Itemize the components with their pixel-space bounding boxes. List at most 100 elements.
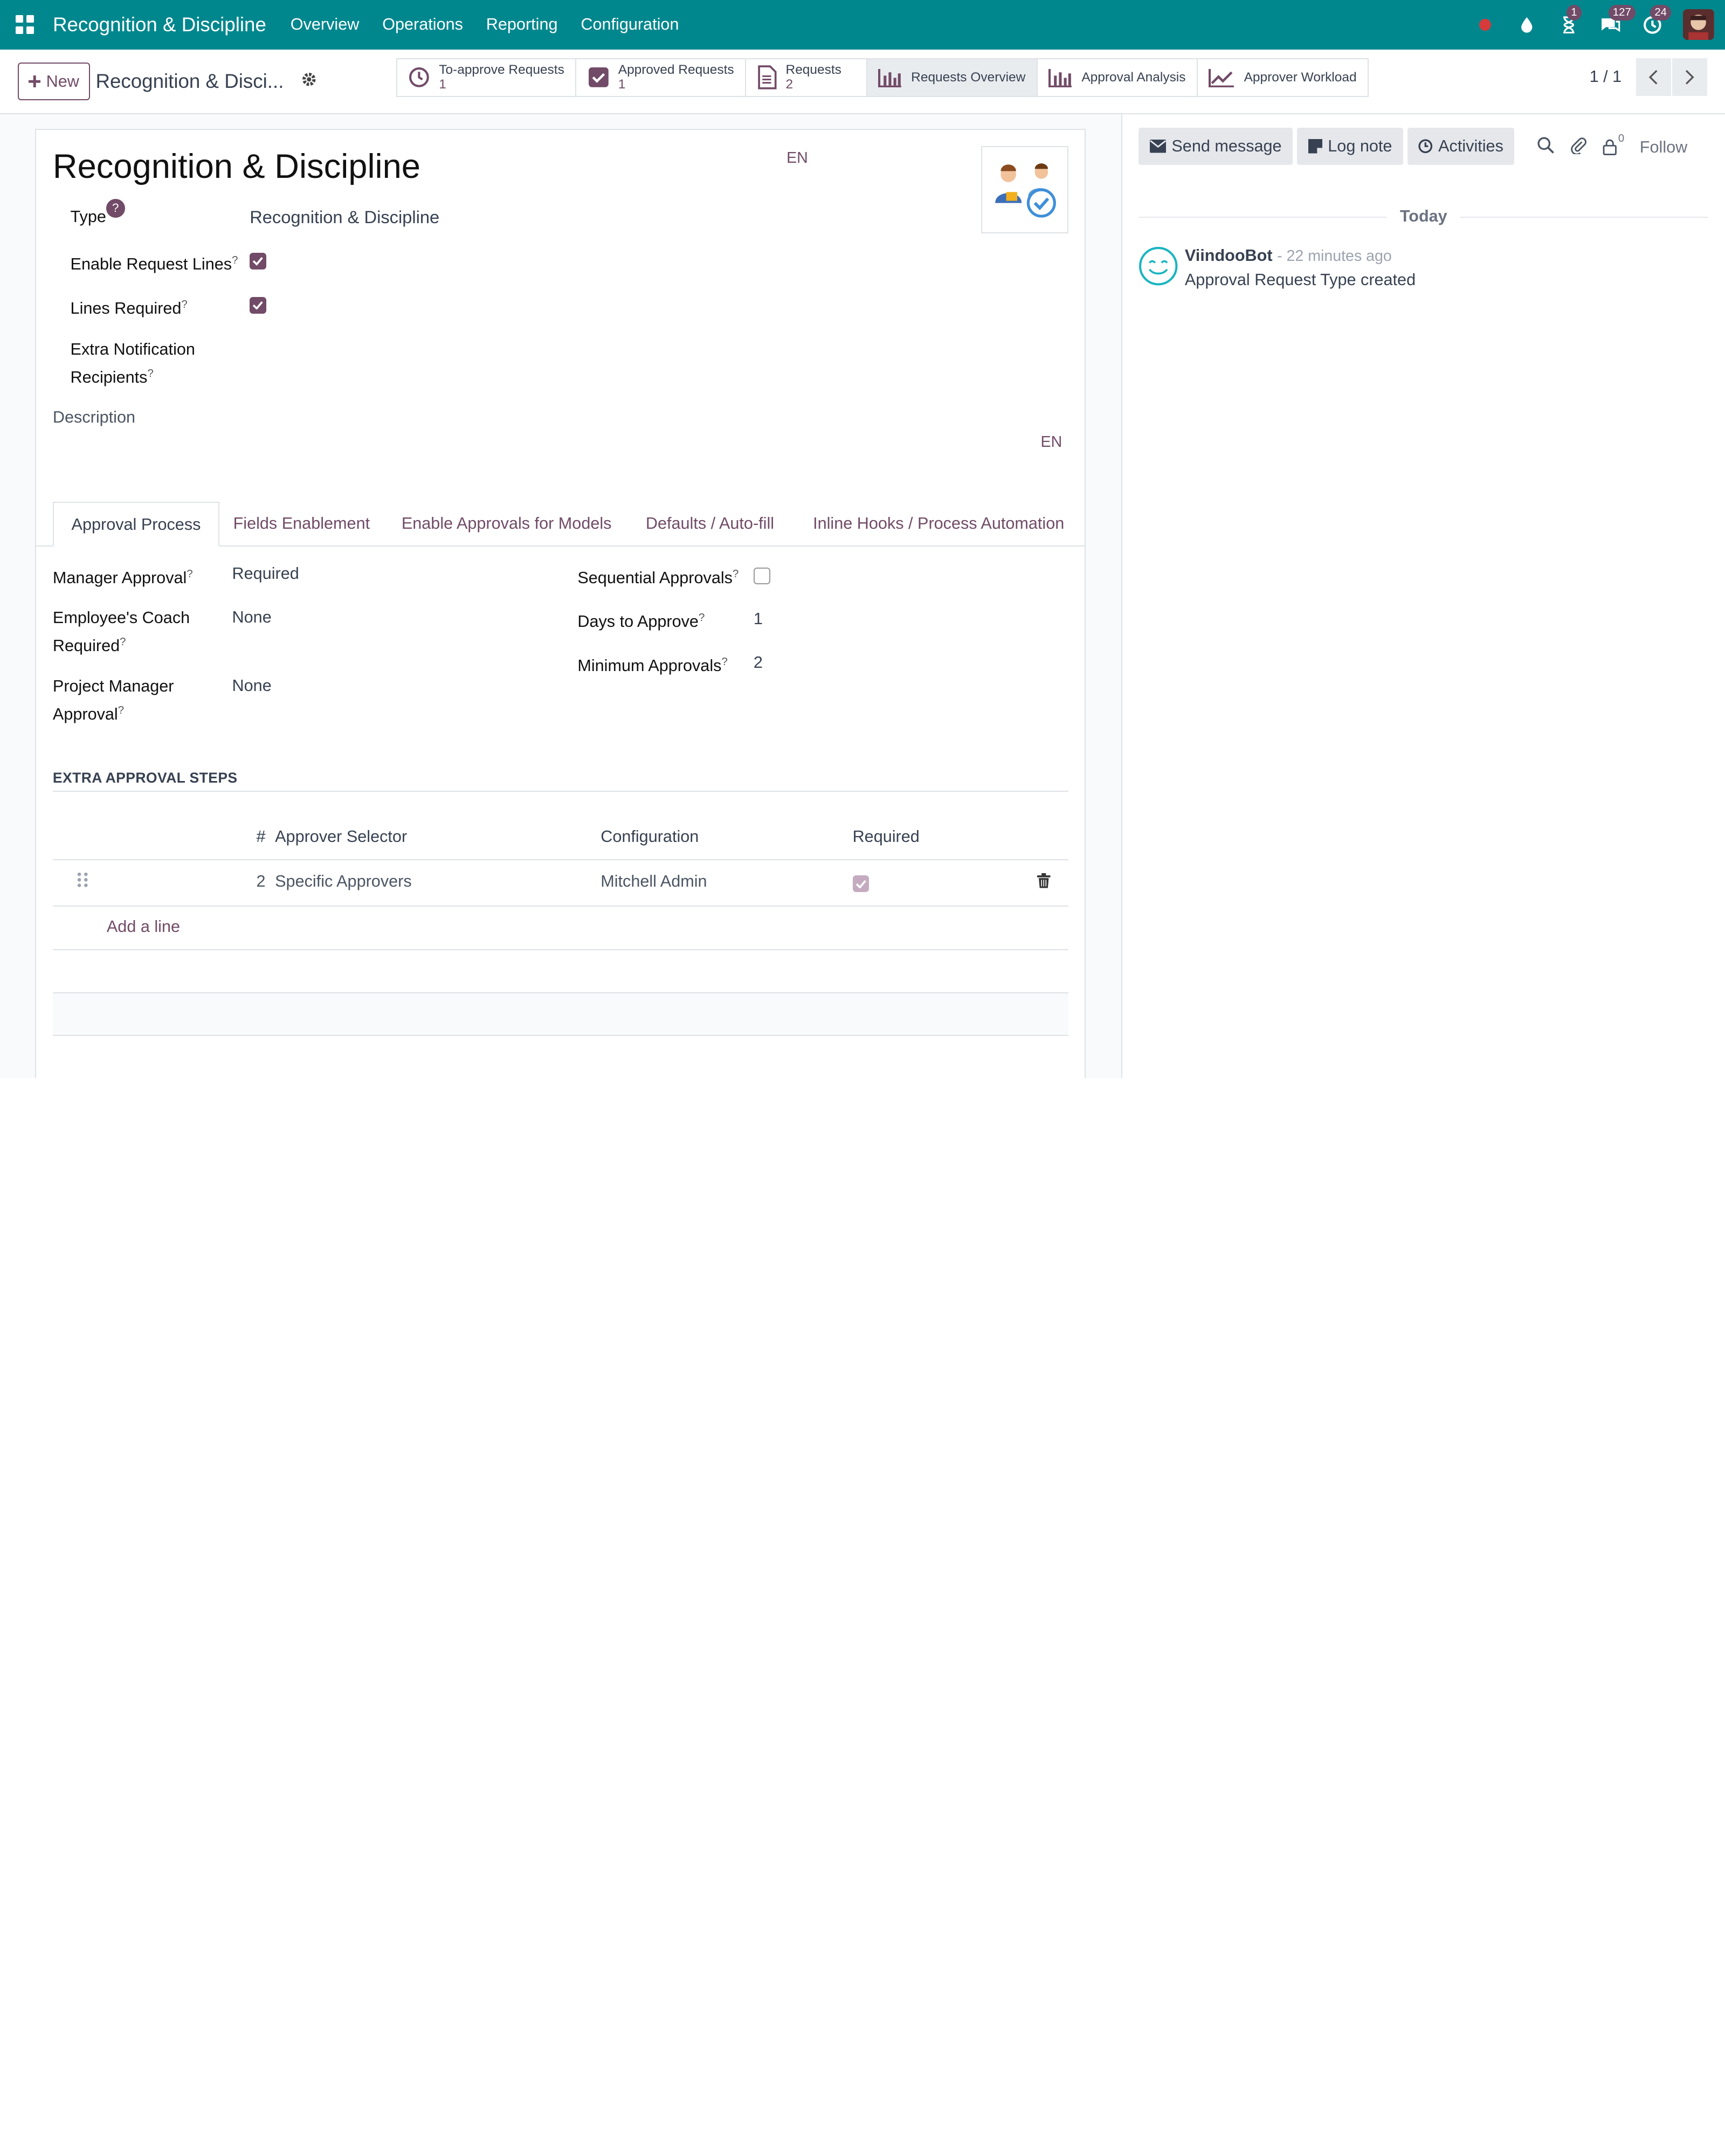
chevron-right-icon bbox=[1686, 70, 1695, 85]
col-approver-selector[interactable]: Approver Selector bbox=[275, 827, 407, 846]
col-required[interactable]: Required bbox=[853, 827, 920, 846]
line-chart-icon bbox=[1209, 68, 1235, 88]
tab-enable-approvals-models[interactable]: Enable Approvals for Models bbox=[384, 502, 629, 547]
log-note-button[interactable]: Log note bbox=[1297, 127, 1403, 165]
document-icon bbox=[757, 65, 777, 90]
app-name[interactable]: Recognition & Discipline bbox=[53, 13, 266, 36]
pm-approval-value[interactable]: None bbox=[232, 676, 272, 695]
enable-request-lines-label: Enable Request Lines? bbox=[70, 254, 238, 274]
tab-fields-enablement[interactable]: Fields Enablement bbox=[216, 502, 388, 547]
minimum-approvals-value[interactable]: 2 bbox=[754, 653, 763, 672]
table-row[interactable]: 2 Specific Approvers Mitchell Admin bbox=[52, 859, 1068, 906]
menu-operations[interactable]: Operations bbox=[382, 15, 463, 34]
smart-button-requests-overview[interactable]: Requests Overview bbox=[867, 59, 1038, 96]
title-lang-button[interactable]: EN bbox=[786, 149, 808, 167]
col-number[interactable]: # bbox=[256, 827, 265, 846]
smart-count: 2 bbox=[785, 77, 794, 92]
apps-menu-icon[interactable] bbox=[15, 15, 36, 35]
smart-count: 1 bbox=[439, 77, 446, 92]
col-configuration[interactable]: Configuration bbox=[601, 827, 699, 846]
gear-icon[interactable] bbox=[301, 72, 317, 92]
date-separator: Today bbox=[1138, 206, 1708, 226]
messages-badge: 127 bbox=[1608, 5, 1636, 20]
menu-reporting[interactable]: Reporting bbox=[486, 15, 558, 34]
description-lang-button[interactable]: EN bbox=[1041, 433, 1062, 451]
send-message-button[interactable]: Send message bbox=[1138, 127, 1293, 165]
row-required-checkbox bbox=[852, 875, 870, 892]
paperclip-icon[interactable] bbox=[1570, 136, 1588, 158]
smart-button-approver-workload[interactable]: Approver Workload bbox=[1198, 59, 1368, 95]
smart-buttons: To-approve Requests 1 Approved Requests 1 … bbox=[396, 58, 1369, 97]
tab-approval-process[interactable]: Approval Process bbox=[52, 501, 220, 547]
bot-avatar-icon bbox=[1139, 247, 1178, 286]
days-to-approve-value[interactable]: 1 bbox=[754, 610, 763, 628]
message-author[interactable]: ViindooBot bbox=[1185, 246, 1273, 265]
type-value[interactable]: Recognition & Discipline bbox=[250, 207, 439, 227]
type-image[interactable] bbox=[981, 146, 1068, 233]
row-configuration[interactable]: Mitchell Admin bbox=[601, 872, 707, 891]
coach-required-label: Employee's Coach Required? bbox=[52, 609, 190, 655]
app-root: Recognition & Discipline Overview Operat… bbox=[0, 0, 1725, 1078]
search-icon[interactable] bbox=[1537, 136, 1555, 158]
hourglass-icon[interactable]: 1 bbox=[1558, 5, 1582, 36]
tab-inline-hooks[interactable]: Inline Hooks / Process Automation bbox=[795, 502, 1081, 547]
clock-icon bbox=[1418, 139, 1433, 154]
menu-configuration[interactable]: Configuration bbox=[581, 15, 679, 34]
menu-overview[interactable]: Overview bbox=[291, 15, 360, 34]
note-icon bbox=[1308, 139, 1323, 154]
form-sheet: Recognition & Discipline EN Type? Recogn… bbox=[35, 128, 1086, 1078]
lock-icon bbox=[1603, 139, 1617, 156]
table-bottom-border bbox=[52, 1035, 1068, 1036]
trash-icon[interactable] bbox=[1037, 873, 1051, 893]
smart-button-approval-analysis[interactable]: Approval Analysis bbox=[1038, 59, 1198, 96]
breadcrumb-title: Recognition & Disci... bbox=[95, 70, 284, 93]
enable-request-lines-checkbox[interactable] bbox=[250, 253, 266, 270]
record-title[interactable]: Recognition & Discipline bbox=[53, 147, 420, 186]
new-button[interactable]: New bbox=[17, 63, 91, 100]
user-avatar[interactable] bbox=[1683, 9, 1714, 40]
activities-button[interactable]: Activities bbox=[1407, 127, 1515, 165]
extra-notification-label: Extra Notification Recipients? bbox=[70, 340, 195, 387]
pager-previous-button[interactable] bbox=[1636, 58, 1671, 96]
activity-badge: 1 bbox=[1567, 5, 1582, 20]
row-approver-selector[interactable]: Specific Approvers bbox=[275, 872, 412, 891]
follow-button[interactable]: Follow bbox=[1640, 138, 1687, 157]
add-line-link[interactable]: Add a line bbox=[107, 917, 180, 936]
tab-defaults-autofill[interactable]: Defaults / Auto-fill bbox=[628, 502, 791, 547]
minimum-approvals-label: Minimum Approvals? bbox=[577, 656, 728, 675]
drop-icon[interactable] bbox=[1516, 14, 1538, 36]
notebook-tabs: Approval Process Fields Enablement Enabl… bbox=[36, 501, 1085, 547]
help-icon[interactable]: ? bbox=[106, 199, 125, 218]
coach-required-value[interactable]: None bbox=[232, 608, 272, 627]
pager: 1 / 1 bbox=[1590, 58, 1708, 96]
pm-approval-label: Project Manager Approval? bbox=[52, 676, 174, 724]
chatter-buttons: Send message Log note Activities bbox=[1138, 127, 1515, 165]
extra-steps-title: EXTRA APPROVAL STEPS bbox=[52, 770, 238, 786]
smart-label: Requests Overview bbox=[911, 70, 1026, 85]
section-divider bbox=[52, 791, 1068, 792]
chatter: Send message Log note Activities 0 Follo… bbox=[1121, 114, 1725, 1078]
type-label: Type? bbox=[71, 199, 125, 229]
systray: 1 127 24 bbox=[1474, 5, 1714, 40]
smart-button-requests[interactable]: Requests 2 bbox=[746, 59, 867, 96]
sequential-approvals-checkbox[interactable] bbox=[753, 567, 770, 584]
clock-history-icon[interactable]: 24 bbox=[1641, 5, 1672, 36]
message-date: - 22 minutes ago bbox=[1277, 247, 1392, 265]
lines-required-checkbox[interactable] bbox=[250, 296, 266, 314]
pager-next-button[interactable] bbox=[1672, 58, 1708, 96]
manager-approval-value[interactable]: Required bbox=[232, 564, 299, 583]
bar-chart-icon bbox=[878, 68, 902, 88]
smart-label: Requests bbox=[785, 63, 841, 78]
followers-button[interactable]: 0 bbox=[1603, 133, 1624, 156]
lines-required-label: Lines Required? bbox=[70, 298, 188, 317]
pager-value[interactable]: 1 / 1 bbox=[1590, 67, 1622, 86]
record-dot-icon[interactable] bbox=[1474, 14, 1496, 36]
plus-icon bbox=[29, 75, 41, 88]
smart-button-to-approve[interactable]: To-approve Requests 1 bbox=[397, 59, 577, 96]
drag-handle-icon[interactable] bbox=[77, 871, 88, 893]
empty-row bbox=[52, 992, 1068, 1035]
manager-approval-label: Manager Approval? bbox=[52, 568, 193, 587]
smart-button-approved[interactable]: Approved Requests 1 bbox=[576, 59, 747, 96]
messages-icon[interactable]: 127 bbox=[1599, 5, 1636, 36]
top-navbar: Recognition & Discipline Overview Operat… bbox=[0, 0, 1725, 50]
